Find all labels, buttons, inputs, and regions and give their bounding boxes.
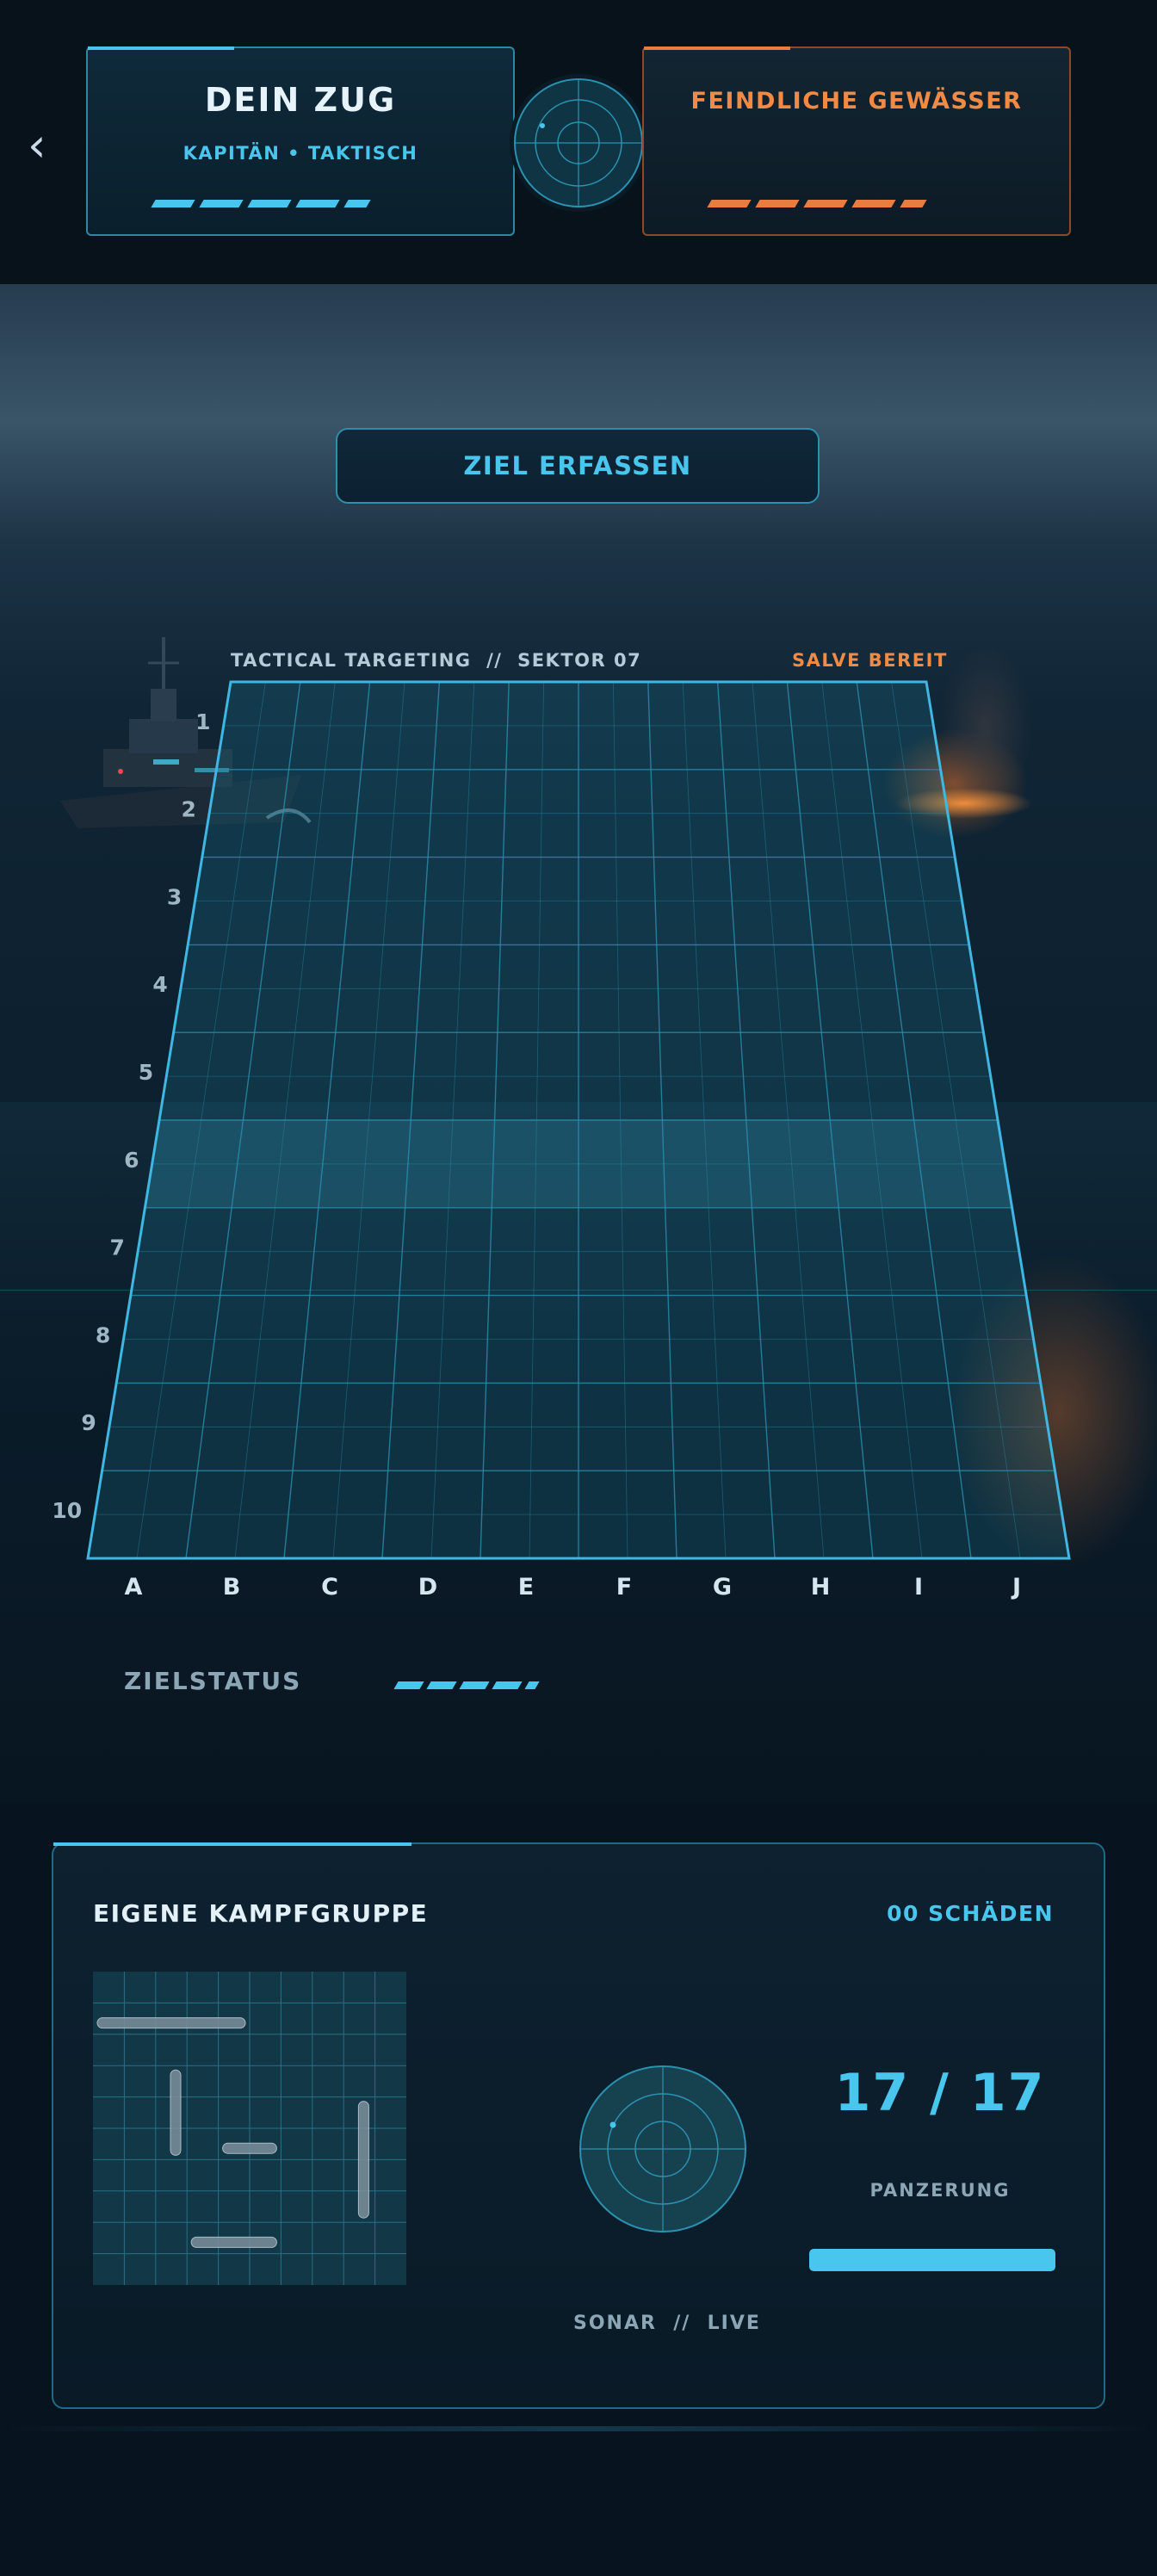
armor-value: 17 / 17 — [834, 2063, 1046, 2123]
grid-column-label: D — [418, 1574, 437, 1601]
armor-bar — [809, 2249, 1055, 2271]
panel-accent-line — [53, 1842, 411, 1846]
own-fleet-panel: EIGENE KAMPFGRUPPE 00 SCHÄDEN SONAR // L… — [52, 1842, 1105, 2409]
grid-column-label: G — [713, 1574, 732, 1601]
grid-column-label: E — [518, 1574, 534, 1601]
sonar-icon — [579, 2065, 746, 2232]
grid-column-label: B — [223, 1574, 241, 1601]
grid-row-label: 3 — [167, 884, 182, 909]
grid-column-label: I — [914, 1574, 923, 1601]
grid-row-label: 2 — [182, 797, 196, 822]
grid-row-label: 1 — [195, 709, 210, 734]
sonar-live-label: SONAR // LIVE — [573, 2313, 761, 2334]
submarine-ship — [190, 2236, 277, 2248]
battleship-ship — [357, 2101, 369, 2219]
grid-row-label: 9 — [81, 1410, 96, 1435]
destroyer-ship — [222, 2142, 277, 2154]
carrier-ship — [96, 2017, 246, 2029]
damage-counter: 00 SCHÄDEN — [887, 1901, 1054, 1926]
grid-column-label: A — [125, 1574, 143, 1601]
grid-row-label: 4 — [152, 972, 167, 997]
armor-label: PANZERUNG — [869, 2180, 1011, 2201]
grid-column-label: F — [616, 1574, 632, 1601]
grid-row-label: 6 — [124, 1148, 139, 1173]
targeting-grid[interactable]: 1 2 3 4 5 6 7 8 9 10 A B C D E F G H I J — [0, 0, 1157, 1636]
grid-column-label: H — [811, 1574, 831, 1601]
cruiser-ship — [170, 2069, 182, 2156]
armor-bar-fill — [809, 2249, 1055, 2271]
target-status-dashes — [393, 1681, 540, 1689]
grid-column-label: C — [321, 1574, 338, 1601]
fleet-title: EIGENE KAMPFGRUPPE — [93, 1899, 429, 1928]
grid-row-label: 10 — [52, 1498, 82, 1523]
grid-row-label: 5 — [139, 1060, 153, 1085]
grid-row-label: 8 — [96, 1322, 110, 1347]
grid-column-label: J — [1011, 1574, 1021, 1601]
wave-divider — [0, 2426, 1157, 2431]
own-fleet-mini-grid — [93, 1972, 406, 2285]
grid-row-label: 7 — [110, 1235, 125, 1260]
target-status-label: ZIELSTATUS — [124, 1667, 302, 1695]
